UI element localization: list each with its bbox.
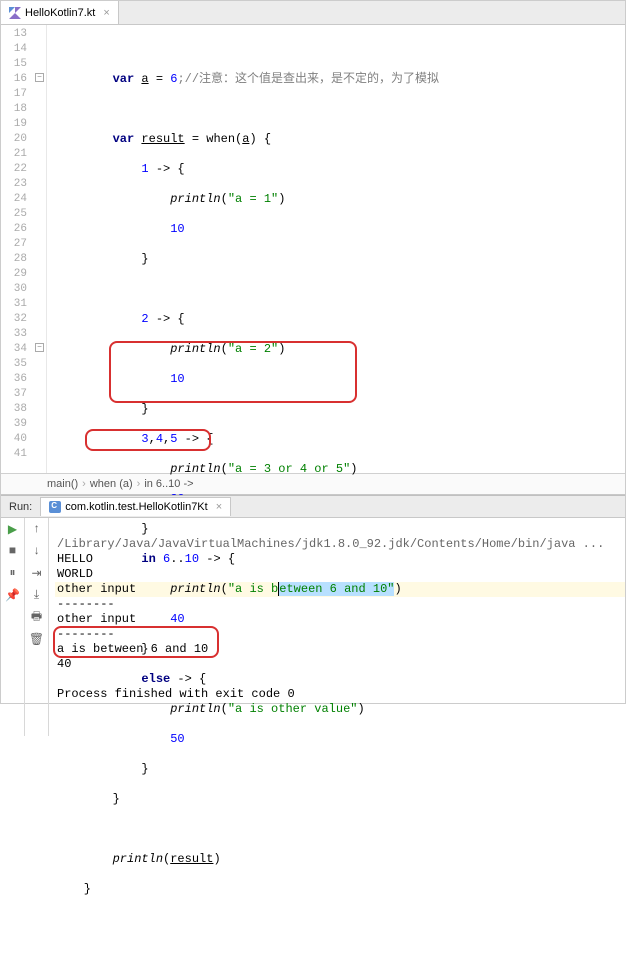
- editor-tabs: HelloKotlin7.kt ×: [1, 1, 625, 25]
- pin-icon[interactable]: 📌: [6, 588, 20, 602]
- line-gutter: 1314151617181920212223242526272829303132…: [1, 25, 33, 473]
- fold-icon[interactable]: −: [35, 343, 44, 352]
- run-toolbar-right: ↑ ↓ ⇥ ⤓ 🖶 🗑: [25, 518, 49, 736]
- close-icon[interactable]: ×: [216, 501, 222, 513]
- run-label: Run:: [1, 501, 40, 513]
- run-panel: Run: com.kotlin.test.HelloKotlin7Kt × ▶ …: [1, 495, 625, 736]
- code-area[interactable]: var a = 6;//注意：这个值是查出来，是不定的，为了模拟 var res…: [47, 25, 625, 473]
- file-tab[interactable]: HelloKotlin7.kt ×: [1, 1, 119, 24]
- pause-icon[interactable]: ⏸: [6, 566, 20, 580]
- run-toolbar-left: ▶ ■ ⏸ 📌: [1, 518, 25, 736]
- code-editor[interactable]: 1314151617181920212223242526272829303132…: [1, 25, 625, 473]
- fold-column: − −: [33, 25, 47, 473]
- close-icon[interactable]: ×: [103, 7, 109, 19]
- wrap-icon[interactable]: ⇥: [30, 566, 44, 580]
- tab-filename: HelloKotlin7.kt: [25, 7, 95, 19]
- console-output[interactable]: /Library/Java/JavaVirtualMachines/jdk1.8…: [49, 518, 625, 736]
- stop-icon[interactable]: ■: [6, 544, 20, 558]
- run-panel-header: Run: com.kotlin.test.HelloKotlin7Kt ×: [1, 496, 625, 518]
- rerun-icon[interactable]: ▶: [6, 522, 20, 536]
- up-icon[interactable]: ↑: [30, 522, 44, 536]
- java-path: /Library/Java/JavaVirtualMachines/jdk1.8…: [57, 537, 604, 551]
- run-config-tab[interactable]: com.kotlin.test.HelloKotlin7Kt ×: [40, 497, 231, 516]
- fold-icon[interactable]: −: [35, 73, 44, 82]
- down-icon[interactable]: ↓: [30, 544, 44, 558]
- scroll-icon[interactable]: ⤓: [30, 588, 44, 602]
- print-icon[interactable]: 🖶: [30, 610, 44, 624]
- kotlin-file-icon: [9, 7, 21, 19]
- trash-icon[interactable]: 🗑: [30, 632, 44, 646]
- class-icon: [49, 501, 61, 513]
